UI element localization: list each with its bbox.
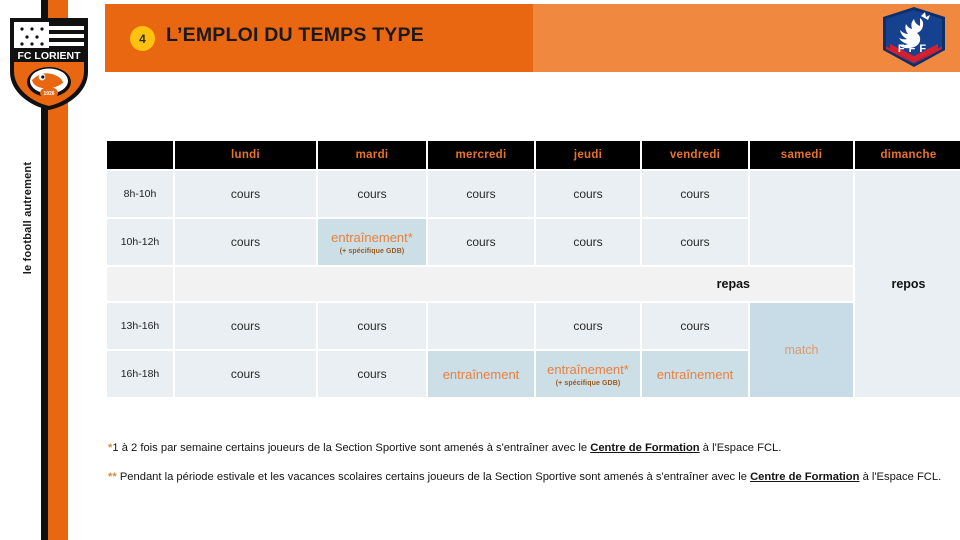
- cell-vendredi-8h-10h[interactable]: cours: [642, 171, 748, 217]
- entrainement-label: entraînement*: [331, 229, 413, 245]
- cell-lundi-16h-18h[interactable]: cours: [175, 351, 316, 397]
- day-header-samedi: samedi: [750, 141, 853, 169]
- footnote-text-2b: à l'Espace FCL.: [859, 471, 942, 484]
- slide-root: FC LORIENT 1926 le football autrement 4 …: [0, 0, 960, 540]
- cell-mercredi-16h-18h-entrainement[interactable]: entraînement: [428, 351, 534, 397]
- entrainement-sublabel: (+ spécifique GDB): [555, 379, 621, 387]
- svg-text:FC LORIENT: FC LORIENT: [18, 50, 82, 62]
- day-header-mercredi: mercredi: [428, 141, 534, 169]
- table-row-8h-10h: 8h-10h cours cours cours cours cours rep…: [107, 171, 960, 397]
- cell-mercredi-10h-12h[interactable]: cours: [428, 219, 534, 265]
- footnote-single-star: *1 à 2 fois par semaine certains joueurs…: [108, 440, 953, 456]
- table-row-13h-16h: 13h-16h cours cours cours cours match: [107, 303, 960, 397]
- cell-samedi-match[interactable]: match: [750, 303, 853, 397]
- cell-jeudi-10h-12h[interactable]: cours: [536, 219, 640, 265]
- footnote-link-1[interactable]: Centre de Formation: [590, 442, 699, 454]
- cell-jeudi-8h-10h[interactable]: cours: [536, 171, 640, 217]
- footnote-text-1b: à l'Espace FCL.: [699, 442, 782, 454]
- cell-mardi-8h-10h[interactable]: cours: [318, 171, 426, 217]
- footnote-double-star: ** Pendant la période estivale et les va…: [108, 469, 953, 485]
- cell-jeudi-13h-16h[interactable]: cours: [536, 303, 640, 349]
- page-title: L’EMPLOI DU TEMPS TYPE: [166, 24, 424, 46]
- day-header-lundi: lundi: [175, 141, 316, 169]
- time-label-10h-12h: 10h-12h: [107, 219, 173, 265]
- cell-jeudi-16h-18h-entrainement[interactable]: entraînement* (+ spécifique GDB): [536, 351, 640, 397]
- table-row-repas: repas: [107, 267, 960, 301]
- fc-lorient-crest-icon: FC LORIENT 1926: [6, 14, 92, 112]
- cell-lundi-8h-10h[interactable]: cours: [175, 171, 316, 217]
- day-header-vendredi: vendredi: [642, 141, 748, 169]
- cell-mercredi-8h-10h[interactable]: cours: [428, 171, 534, 217]
- fff-logo-text: FFF: [898, 43, 930, 55]
- cell-vendredi-13h-16h[interactable]: cours: [642, 303, 748, 349]
- club-tagline: le football autrement: [22, 161, 34, 275]
- footnotes-block: *1 à 2 fois par semaine certains joueurs…: [108, 440, 953, 498]
- time-label-16h-18h: 16h-18h: [107, 351, 173, 397]
- cell-lundi-10h-12h[interactable]: cours: [175, 219, 316, 265]
- cell-mardi-13h-16h[interactable]: cours: [318, 303, 426, 349]
- svg-text:1926: 1926: [43, 91, 54, 97]
- cell-vendredi-10h-12h[interactable]: cours: [642, 219, 748, 265]
- day-header-mardi: mardi: [318, 141, 426, 169]
- cell-dimanche-repos[interactable]: repos: [855, 171, 960, 397]
- cell-vendredi-16h-18h-entrainement[interactable]: entraînement: [642, 351, 748, 397]
- repas-row-time-blank: [107, 267, 173, 301]
- left-brand-band: FC LORIENT 1926 le football autrement: [0, 0, 105, 540]
- header-corner-cell: [107, 141, 173, 169]
- entrainement-label: entraînement*: [547, 361, 629, 377]
- time-label-13h-16h: 13h-16h: [107, 303, 173, 349]
- cell-mardi-10h-12h-entrainement[interactable]: entraînement* (+ spécifique GDB): [318, 219, 426, 265]
- cell-mardi-16h-18h[interactable]: cours: [318, 351, 426, 397]
- cell-repas[interactable]: repas: [175, 267, 853, 301]
- day-header-jeudi: jeudi: [536, 141, 640, 169]
- weekly-schedule-table: lundi mardi mercredi jeudi vendredi same…: [105, 139, 960, 413]
- time-label-8h-10h: 8h-10h: [107, 171, 173, 217]
- cell-mercredi-13h-16h-empty[interactable]: [428, 303, 534, 349]
- footnote-star-2: **: [108, 471, 117, 484]
- footnote-text-1a: 1 à 2 fois par semaine certains joueurs …: [112, 442, 591, 454]
- section-number-badge: 4: [130, 26, 155, 51]
- footnote-text-2a: Pendant la période estivale et les vacan…: [116, 471, 751, 484]
- table-header-row: lundi mardi mercredi jeudi vendredi same…: [107, 141, 960, 169]
- entrainement-sublabel: (+ spécifique GDB): [339, 247, 405, 255]
- footnote-link-2[interactable]: Centre de Formation: [750, 471, 859, 483]
- cell-samedi-morning-empty[interactable]: [750, 171, 853, 265]
- fff-federation-logo-icon: FFF: [880, 6, 948, 68]
- day-header-dimanche: dimanche: [855, 141, 960, 169]
- cell-lundi-13h-16h[interactable]: cours: [175, 303, 316, 349]
